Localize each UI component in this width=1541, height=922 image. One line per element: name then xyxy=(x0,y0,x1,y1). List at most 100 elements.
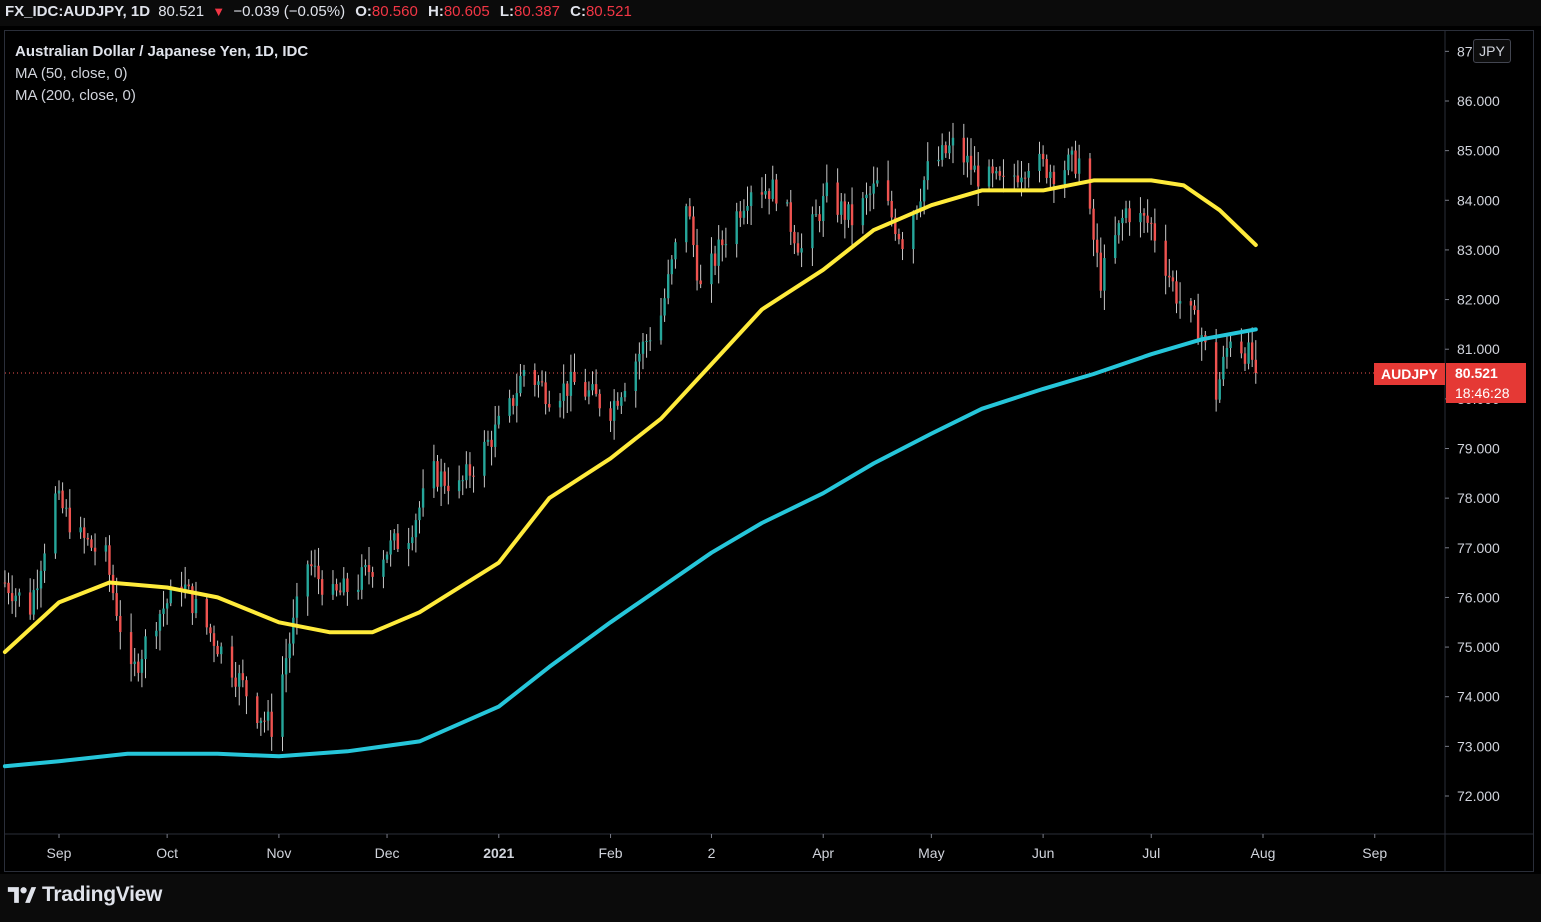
candle-body xyxy=(1153,223,1157,241)
legend-ma200[interactable]: MA (200, close, 0) xyxy=(15,85,308,107)
candle-body xyxy=(944,145,947,154)
currency-badge[interactable]: JPY xyxy=(1473,39,1511,63)
candle-body xyxy=(540,381,544,383)
x-tick-label: Sep xyxy=(1362,845,1387,861)
candle-body xyxy=(937,159,940,162)
candle-body xyxy=(54,493,57,554)
candle-body xyxy=(685,206,688,243)
y-tick-label: 87 xyxy=(1457,43,1473,59)
candle-body xyxy=(497,415,500,425)
candle-body xyxy=(331,584,335,595)
candle-body xyxy=(162,608,165,614)
candle-body xyxy=(129,632,133,665)
candle-body xyxy=(288,643,291,659)
candle-body xyxy=(1247,342,1250,364)
legend-ma50[interactable]: MA (50, close, 0) xyxy=(15,63,308,85)
candle-body xyxy=(897,233,901,240)
ma200-line xyxy=(2,327,1258,769)
candle-body xyxy=(886,180,890,201)
candle-body xyxy=(155,630,158,637)
candle-body xyxy=(371,572,374,577)
candle-body xyxy=(1045,159,1048,178)
candle-body xyxy=(612,400,616,421)
x-tick-label: May xyxy=(918,845,944,861)
candle-body xyxy=(1139,213,1142,223)
candle-body xyxy=(144,636,147,660)
candle-body xyxy=(515,393,519,406)
candle-body xyxy=(843,201,847,220)
candle-body xyxy=(90,539,93,548)
candle-body xyxy=(1052,171,1056,185)
candle-body xyxy=(670,259,674,275)
candle-body xyxy=(573,371,576,383)
candle-body xyxy=(1013,175,1016,177)
candle-body xyxy=(584,382,587,397)
candle-body xyxy=(818,214,821,222)
candle-body xyxy=(890,200,893,218)
candle-body xyxy=(443,471,446,486)
symbol-price-tag: AUDJPY xyxy=(1374,363,1445,385)
candle-body xyxy=(973,165,976,170)
candle-body xyxy=(868,193,872,195)
candle-body xyxy=(912,214,915,250)
candle-body xyxy=(3,582,7,584)
candle-body xyxy=(259,720,263,723)
candle-body xyxy=(57,490,61,494)
candle-body xyxy=(638,353,641,362)
candle-body xyxy=(61,490,64,509)
candle-body xyxy=(840,201,843,215)
candle-body xyxy=(1229,341,1232,349)
candle-body xyxy=(263,720,266,722)
candle-body xyxy=(724,244,728,246)
candle-body xyxy=(385,554,389,560)
candle-body xyxy=(948,145,951,154)
x-tick-label: Feb xyxy=(598,845,622,861)
y-tick-label: 78.000 xyxy=(1457,490,1500,506)
candle-body xyxy=(39,570,43,589)
candle-body xyxy=(140,659,144,673)
candle-body xyxy=(317,565,320,580)
y-tick-label: 82.000 xyxy=(1457,292,1500,308)
legend-title[interactable]: Australian Dollar / Japanese Yen, 1D, ID… xyxy=(15,41,308,63)
candle-body xyxy=(876,180,879,184)
candle-body xyxy=(432,461,436,489)
x-tick-label: Sep xyxy=(47,845,72,861)
candle-body xyxy=(165,603,169,609)
candle-body xyxy=(194,599,198,614)
candle-body xyxy=(793,231,796,244)
candle-body xyxy=(245,680,248,697)
candle-body xyxy=(548,403,551,408)
candle-body xyxy=(1020,177,1023,183)
candle-body xyxy=(749,192,753,207)
ma-layer xyxy=(2,178,1258,769)
candle-body xyxy=(104,545,108,552)
candle-body xyxy=(320,579,324,595)
candle-body xyxy=(872,183,875,194)
candle-body xyxy=(847,204,850,220)
candle-body xyxy=(86,537,90,540)
candle-body xyxy=(418,507,421,521)
price-chart[interactable]: 72.000 73.000 74.000 75.000 76.000 77.000 78.0… xyxy=(0,0,1541,922)
candle-body xyxy=(241,673,245,681)
tradingview-logo[interactable]: TradingView xyxy=(6,880,162,910)
candle-body xyxy=(966,155,969,163)
candle-body xyxy=(346,578,349,592)
candle-body xyxy=(367,565,371,573)
candle-body xyxy=(1243,353,1247,364)
candle-body xyxy=(746,206,749,211)
candle-body xyxy=(36,588,39,591)
candle-body xyxy=(508,398,511,416)
candle-body xyxy=(364,565,367,568)
candle-body xyxy=(663,298,666,316)
candle-body xyxy=(119,615,122,633)
candle-body xyxy=(566,383,569,396)
candle-body xyxy=(519,375,522,394)
candle-body xyxy=(1142,213,1146,216)
candle-body xyxy=(310,564,313,567)
candle-body xyxy=(465,464,468,481)
tradingview-wordmark: TradingView xyxy=(42,883,163,906)
candle-body xyxy=(205,599,208,628)
candle-body xyxy=(1002,175,1005,177)
footer xyxy=(0,874,1541,922)
candle-body xyxy=(493,424,497,447)
